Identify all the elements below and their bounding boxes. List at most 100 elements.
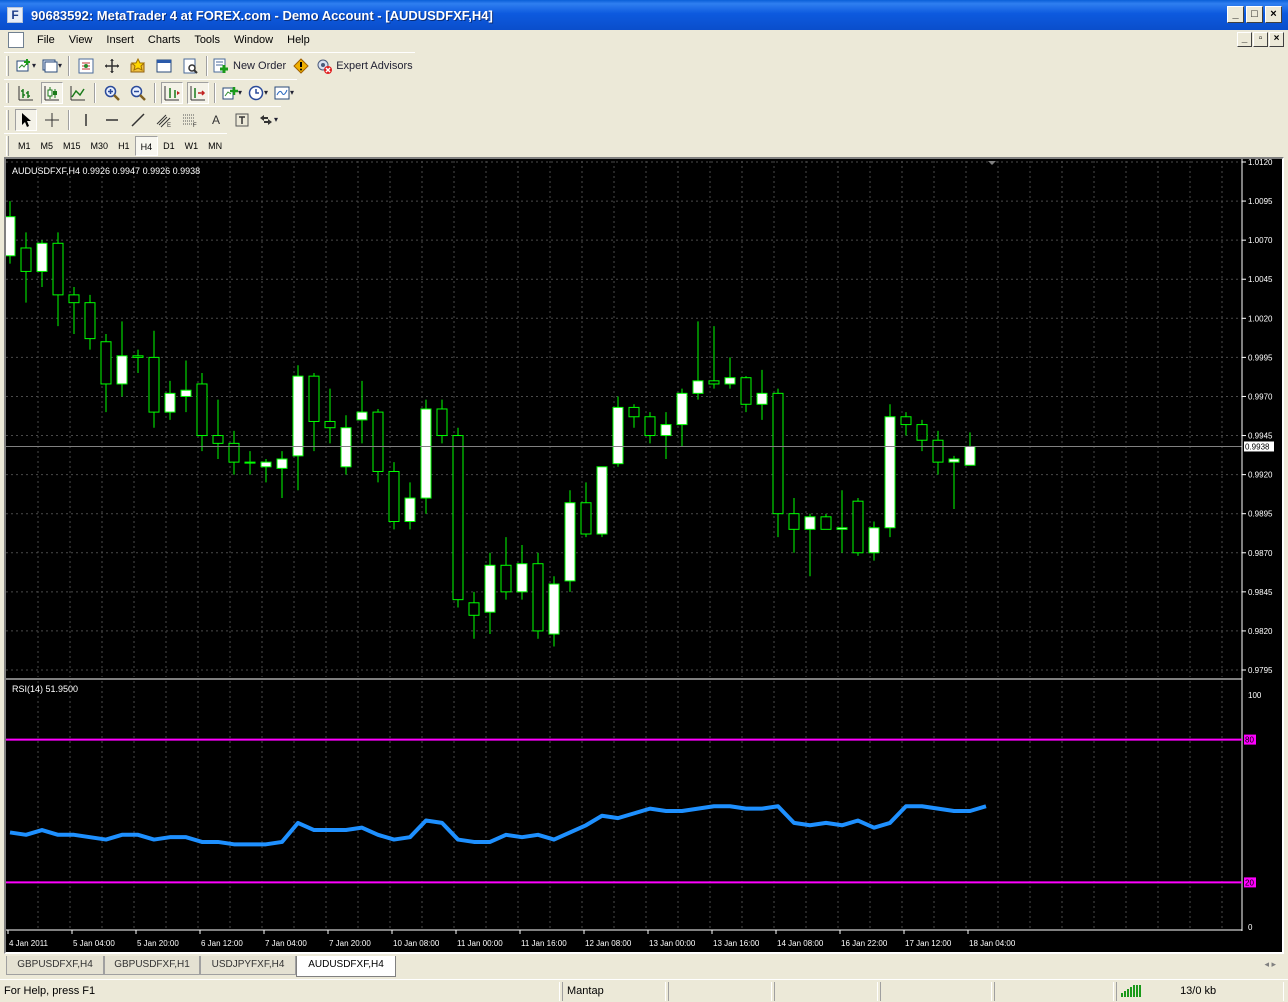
candle-body <box>132 355 144 358</box>
strategy-tester-button[interactable] <box>179 55 201 77</box>
chart-document-icon[interactable] <box>8 32 24 48</box>
bar-chart-button[interactable] <box>15 82 37 104</box>
templates-button[interactable]: ▾ <box>273 82 295 104</box>
time-tick-label: 5 Jan 04:00 <box>73 939 115 948</box>
time-tick-label: 4 Jan 2011 <box>9 939 49 948</box>
candle-body <box>516 563 528 593</box>
chart-shift-button[interactable] <box>187 81 209 104</box>
price-chart[interactable]: 1.0120 1.0095 1.0070 1.0045 1.0020 0.9995 0.99… <box>4 158 1282 952</box>
menu-help[interactable]: Help <box>280 34 317 46</box>
navigator-button[interactable] <box>101 55 123 77</box>
status-profile: Mantap <box>562 982 666 1001</box>
title-bar[interactable]: F 90683592: MetaTrader 4 at FOREX.com - … <box>0 0 1288 30</box>
tf-mn[interactable]: MN <box>203 136 227 156</box>
arrows-button[interactable]: ▾ <box>257 109 279 131</box>
tf-m1[interactable]: M1 <box>13 136 36 156</box>
favorites-button[interactable] <box>127 55 149 77</box>
market-watch-button[interactable] <box>75 55 97 77</box>
price-tick-label: 0.9995 <box>1248 353 1273 362</box>
auto-scroll-button[interactable] <box>161 81 183 104</box>
equidistant-channel-button[interactable]: E <box>153 109 175 131</box>
maximize-button[interactable]: □ <box>1246 6 1263 23</box>
toolbar-grip[interactable] <box>6 135 9 156</box>
alert-button[interactable] <box>290 55 312 77</box>
line-chart-button[interactable] <box>67 82 89 104</box>
expert-advisors-button[interactable]: Expert Advisors <box>316 55 413 77</box>
candle-body <box>452 435 464 601</box>
mdi-minimize-button[interactable]: _ <box>1237 32 1252 47</box>
price-tick-label: 1.0020 <box>1248 314 1273 323</box>
new-order-label: New Order <box>233 59 287 72</box>
horizontal-line-button[interactable] <box>101 109 123 131</box>
cursor-tool-button[interactable] <box>15 108 37 131</box>
text-tool-button[interactable]: A <box>205 109 227 131</box>
menu-view[interactable]: View <box>62 34 100 46</box>
tf-m5[interactable]: M5 <box>36 136 59 156</box>
tab-usdjpyfxf-h4[interactable]: USDJPYFXF,H4 <box>200 956 296 975</box>
tf-h1[interactable]: H1 <box>113 136 135 156</box>
price-tick-label: 1.0120 <box>1248 159 1273 167</box>
candle-body <box>404 497 416 523</box>
status-traffic-cell: 13/0 kb <box>1116 982 1284 1001</box>
status-cell <box>880 982 992 1001</box>
toolbar-grip[interactable] <box>6 55 9 76</box>
star-folder-icon <box>130 57 146 72</box>
minimize-button[interactable]: _ <box>1227 6 1244 23</box>
tf-d1[interactable]: D1 <box>158 136 180 156</box>
tf-h4[interactable]: H4 <box>134 135 159 156</box>
chart-window[interactable]: 1.0120 1.0095 1.0070 1.0045 1.0020 0.9995 0.99… <box>4 157 1284 954</box>
time-axis: 4 Jan 2011 5 Jan 04:00 5 Jan 20:00 6 Jan 12… <box>6 929 1242 948</box>
connection-bars-icon <box>1121 985 1141 998</box>
candle-body <box>260 461 272 468</box>
tab-gbpusdfxf-h4[interactable]: GBPUSDFXF,H4 <box>6 956 104 975</box>
text-label-button[interactable] <box>231 109 253 131</box>
crosshair-tool-button[interactable] <box>41 109 63 131</box>
menu-charts[interactable]: Charts <box>141 34 187 46</box>
tab-audusdfxf-h4[interactable]: AUDUSDFXF,H4 <box>296 956 396 977</box>
candle-body <box>948 458 960 463</box>
new-chart-button[interactable]: ▾ <box>15 55 37 77</box>
time-tick-label: 12 Jan 08:00 <box>585 939 632 948</box>
trendline-button[interactable] <box>127 109 149 131</box>
price-tick-label: 1.0045 <box>1248 275 1273 284</box>
price-tick-label: 0.9895 <box>1248 510 1273 519</box>
terminal-button[interactable] <box>153 55 175 77</box>
candle-body <box>692 380 704 394</box>
zoom-in-button[interactable] <box>101 82 123 104</box>
candle-body <box>884 416 896 529</box>
profiles-button[interactable]: ▾ <box>41 55 63 77</box>
toolbar-grip[interactable] <box>6 109 9 130</box>
fibonacci-button[interactable]: F <box>179 109 201 131</box>
menu-tools[interactable]: Tools <box>187 34 227 46</box>
toolbar-grip[interactable] <box>6 82 9 103</box>
menu-insert[interactable]: Insert <box>99 34 141 46</box>
candlestick-chart-button[interactable] <box>41 81 63 104</box>
candle-body <box>772 392 784 515</box>
candle-body <box>788 513 800 530</box>
tf-m30[interactable]: M30 <box>86 136 114 156</box>
tf-w1[interactable]: W1 <box>180 136 204 156</box>
status-cell <box>668 982 772 1001</box>
candle-body <box>964 445 976 466</box>
candle-body <box>532 563 544 632</box>
chart-shift-marker[interactable] <box>988 161 996 165</box>
tf-m15[interactable]: M15 <box>58 136 86 156</box>
horizontal-line-icon <box>106 118 118 121</box>
menu-file[interactable]: File <box>30 34 62 46</box>
mdi-restore-button[interactable]: ▫ <box>1253 32 1268 47</box>
candle-body <box>740 377 752 405</box>
new-order-button[interactable]: New Order <box>213 55 286 77</box>
menu-window[interactable]: Window <box>227 34 280 46</box>
candle-body <box>100 341 112 385</box>
periods-button[interactable]: ▾ <box>247 82 269 104</box>
close-button[interactable]: × <box>1265 6 1282 23</box>
vertical-line-button[interactable] <box>75 109 97 131</box>
indicators-button[interactable]: ▾ <box>221 82 243 104</box>
zoom-out-button[interactable] <box>127 82 149 104</box>
tab-gbpusdfxf-h1[interactable]: GBPUSDFXF,H1 <box>104 956 200 975</box>
candle-body <box>276 458 288 469</box>
tab-scroll-arrows[interactable]: ◂ ▸ <box>1264 959 1276 970</box>
terminal-window-icon <box>156 59 172 72</box>
candle-body <box>820 516 832 530</box>
mdi-close-button[interactable]: × <box>1269 32 1284 47</box>
